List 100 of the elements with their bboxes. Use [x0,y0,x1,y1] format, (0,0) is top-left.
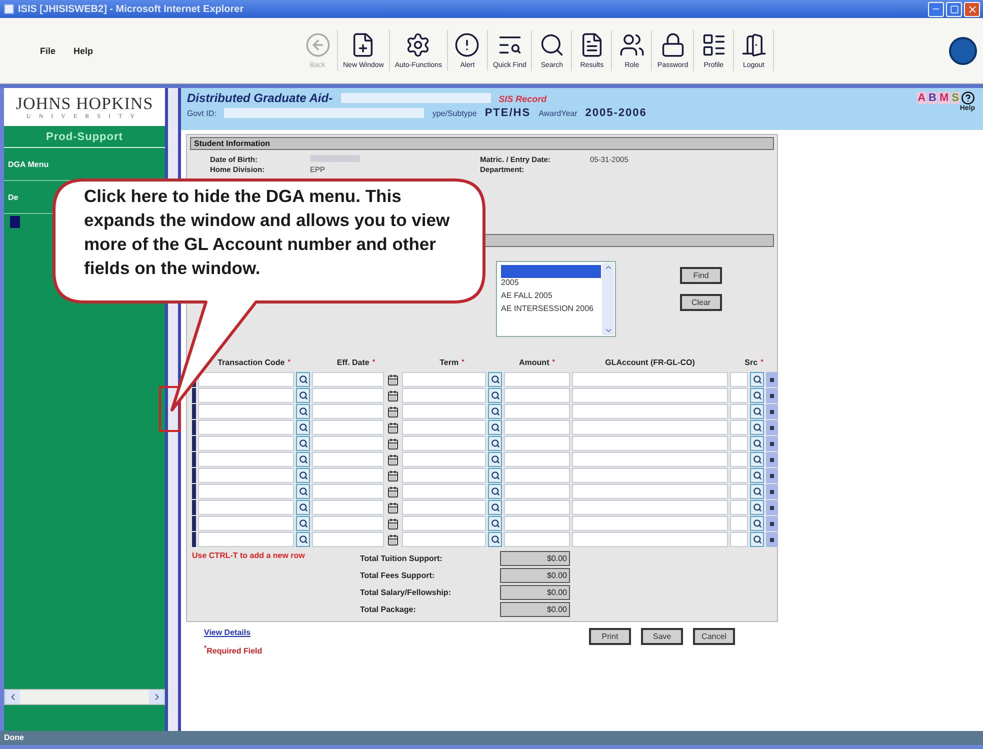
transaction-code-field[interactable] [198,484,294,499]
lookup-button[interactable] [488,516,502,531]
lookup-button[interactable] [488,532,502,547]
menu-item[interactable]: Help [74,46,94,56]
view-details-link[interactable]: View Details [204,628,589,637]
list-scrollbar[interactable] [602,263,614,335]
src-field[interactable] [730,436,748,451]
date-field[interactable] [312,372,384,387]
maximize-button[interactable] [946,2,962,16]
lookup-button[interactable] [488,484,502,499]
calendar-button[interactable] [386,420,400,435]
lookup-button[interactable] [296,500,310,515]
scroll-left-button[interactable] [5,690,20,704]
lookup-button[interactable] [488,372,502,387]
scroll-down-icon[interactable] [604,326,612,335]
term-field[interactable] [402,516,486,531]
lookup-button[interactable] [296,484,310,499]
date-field[interactable] [312,420,384,435]
calendar-button[interactable] [386,436,400,451]
module-letter[interactable]: M [938,92,950,104]
action-button[interactable]: Print [589,628,631,645]
term-field[interactable] [402,388,486,403]
calendar-button[interactable] [386,500,400,515]
sidebar-item[interactable]: De [8,193,18,202]
list-option[interactable]: 2005 [501,278,601,291]
gl-account-field[interactable] [572,516,728,531]
gl-account-field[interactable] [572,484,728,499]
menu-item[interactable]: File [40,46,56,56]
amount-field[interactable] [504,500,570,515]
term-field[interactable] [402,436,486,451]
amount-field[interactable] [504,436,570,451]
src-field[interactable] [730,404,748,419]
gl-account-field[interactable] [572,388,728,403]
term-listbox[interactable]: 2005 AE FALL 2005 AE INTERSESSION 2006 [496,261,616,337]
lookup-button[interactable] [750,404,764,419]
gl-account-field[interactable] [572,532,728,547]
lookup-button[interactable] [488,468,502,483]
row-action-button[interactable] [766,404,778,419]
amount-field[interactable] [504,452,570,467]
transaction-code-field[interactable] [198,372,294,387]
form-button[interactable]: Clear [680,294,722,311]
amount-field[interactable] [504,388,570,403]
list-option[interactable]: AE FALL 2005 [501,291,601,304]
lookup-button[interactable] [750,420,764,435]
lookup-button[interactable] [750,484,764,499]
scroll-right-button[interactable] [149,690,164,704]
term-field[interactable] [402,452,486,467]
lookup-button[interactable] [296,436,310,451]
gl-account-field[interactable] [572,404,728,419]
src-field[interactable] [730,420,748,435]
amount-field[interactable] [504,404,570,419]
gl-account-field[interactable] [572,468,728,483]
lookup-button[interactable] [296,532,310,547]
transaction-code-field[interactable] [198,500,294,515]
lookup-button[interactable] [296,420,310,435]
transaction-code-field[interactable] [198,420,294,435]
transaction-code-field[interactable] [198,516,294,531]
lookup-button[interactable] [296,372,310,387]
horizontal-scrollbar[interactable] [4,689,165,705]
row-action-button[interactable] [766,388,778,403]
lookup-button[interactable] [488,436,502,451]
lookup-button[interactable] [750,532,764,547]
lookup-button[interactable] [296,516,310,531]
action-button[interactable]: Save [641,628,683,645]
transaction-code-field[interactable] [198,436,294,451]
term-field[interactable] [402,500,486,515]
transaction-code-field[interactable] [198,532,294,547]
row-action-button[interactable] [766,516,778,531]
transaction-code-field[interactable] [198,468,294,483]
amount-field[interactable] [504,484,570,499]
transaction-code-field[interactable] [198,388,294,403]
term-field[interactable] [402,532,486,547]
scroll-up-icon[interactable] [604,263,612,272]
date-field[interactable] [312,516,384,531]
date-field[interactable] [312,404,384,419]
lookup-button[interactable] [488,420,502,435]
lookup-button[interactable] [488,500,502,515]
gl-account-field[interactable] [572,372,728,387]
row-action-button[interactable] [766,500,778,515]
term-field[interactable] [402,468,486,483]
date-field[interactable] [312,500,384,515]
src-field[interactable] [730,484,748,499]
lookup-button[interactable] [750,516,764,531]
term-field[interactable] [402,372,486,387]
calendar-button[interactable] [386,516,400,531]
calendar-button[interactable] [386,452,400,467]
gl-account-field[interactable] [572,420,728,435]
gl-account-field[interactable] [572,436,728,451]
row-action-button[interactable] [766,484,778,499]
sidebar-item[interactable]: DGA Menu [8,160,49,169]
transaction-code-field[interactable] [198,404,294,419]
row-action-button[interactable] [766,468,778,483]
help-icon[interactable] [961,91,975,105]
src-field[interactable] [730,532,748,547]
action-button[interactable]: Cancel [693,628,735,645]
row-action-button[interactable] [766,532,778,547]
date-field[interactable] [312,436,384,451]
date-field[interactable] [312,532,384,547]
date-field[interactable] [312,388,384,403]
lookup-button[interactable] [296,452,310,467]
